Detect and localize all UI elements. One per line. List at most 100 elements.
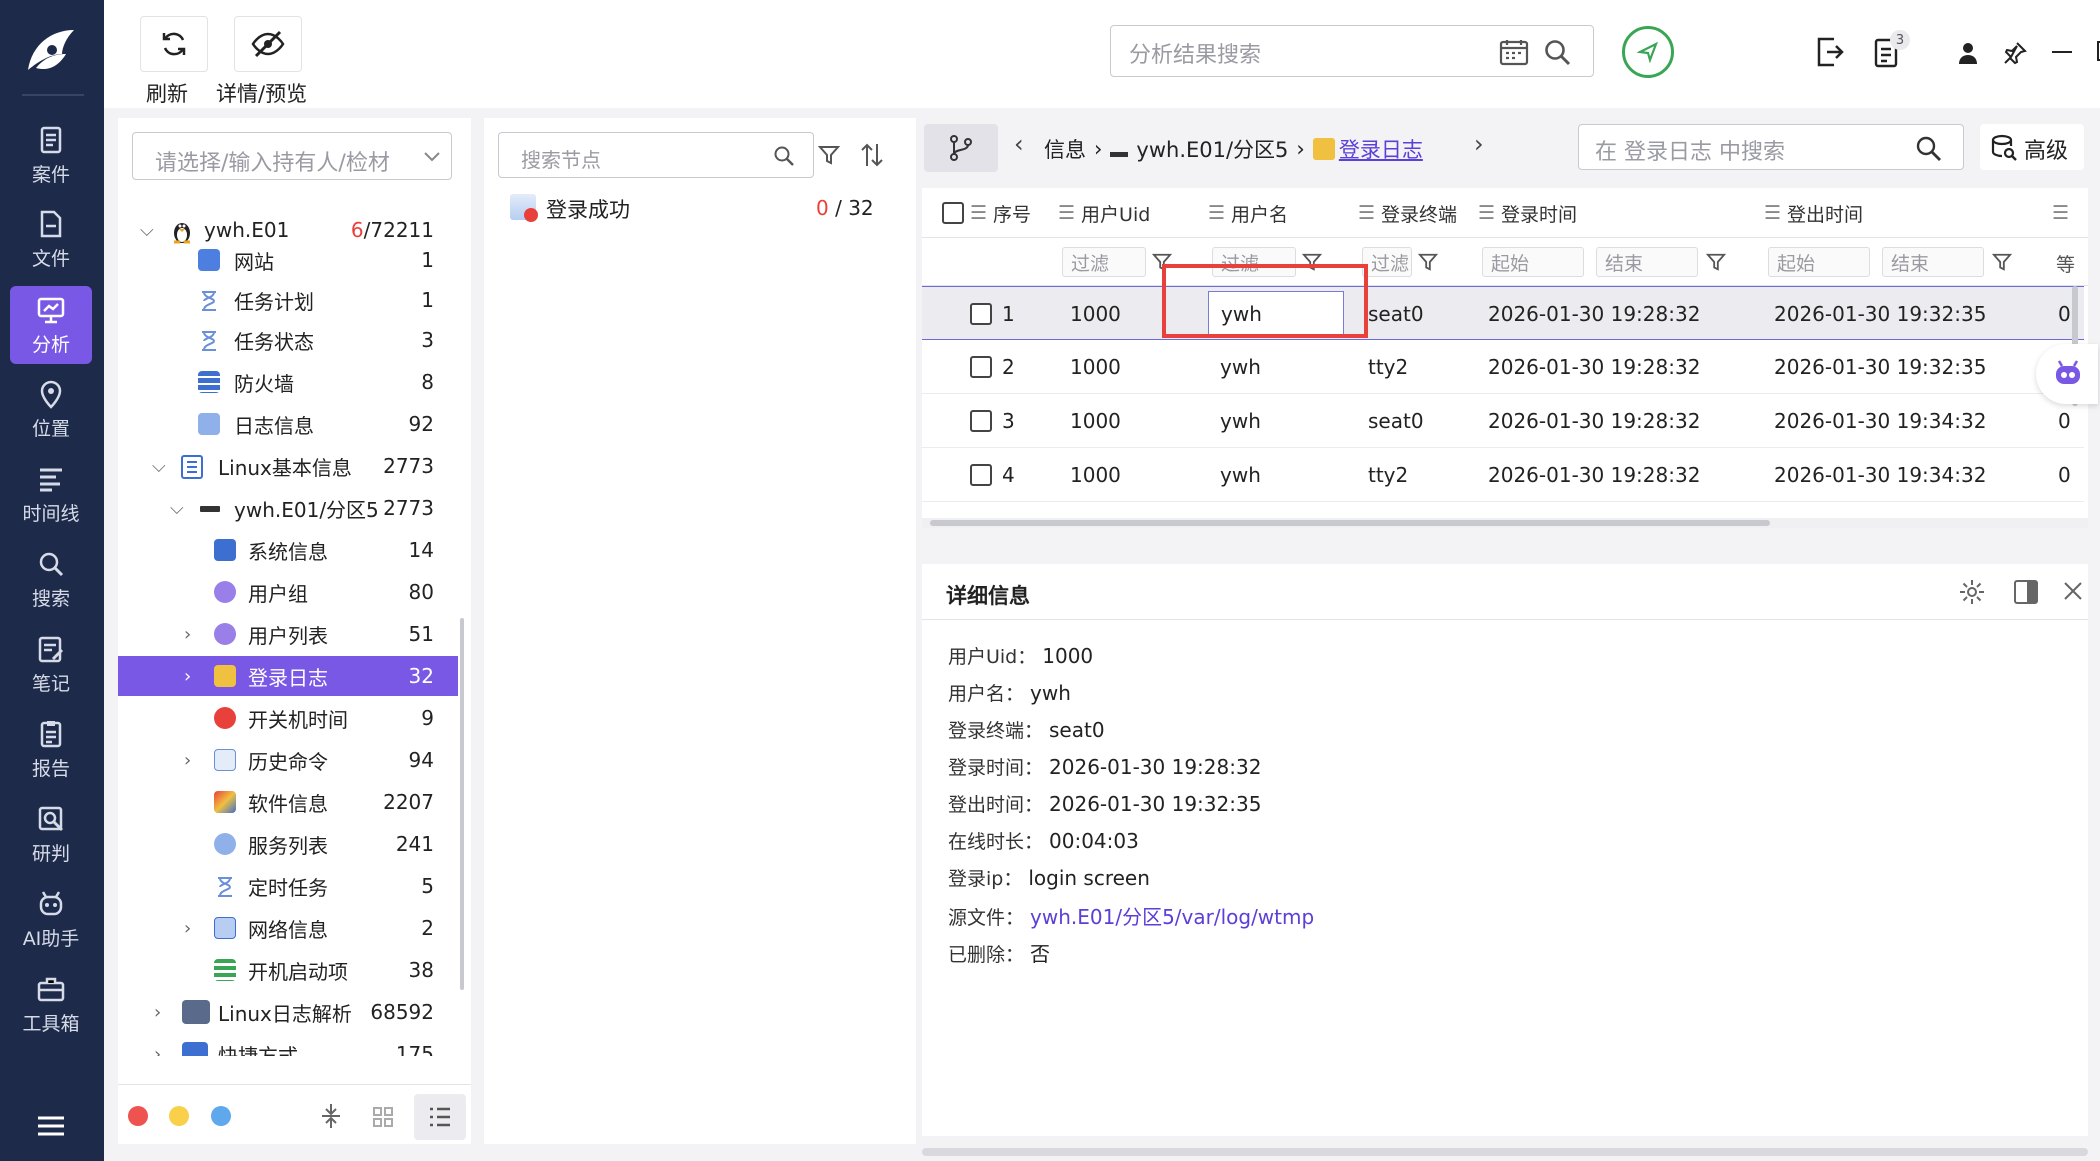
tree-item-cron-task[interactable]: 定时任务 5 [118,866,458,906]
status-shield-icon[interactable] [1622,26,1674,78]
tree-item-log-info[interactable]: 日志信息 92 [118,404,458,444]
task-list-button[interactable]: 3 [1874,30,1910,70]
col-header-index[interactable]: ☰ 序号 [970,188,1031,238]
breadcrumb-item[interactable]: ywh.E01/分区5 [1136,134,1288,164]
chevron-right-icon[interactable]: › [1474,130,1484,158]
tree-item-task-plan[interactable]: 任务计划 1 [118,280,458,320]
row-checkbox[interactable] [970,303,992,325]
close-icon[interactable] [2062,580,2084,602]
breadcrumb-item[interactable]: 信息 [1044,134,1086,164]
nav-item-note[interactable]: 笔记 [10,625,92,703]
tree-item-user-list[interactable]: › 用户列表 51 [118,614,458,654]
blue-dot-filter[interactable] [211,1106,231,1126]
nav-item-case[interactable]: 案件 [10,116,92,194]
nav-item-search[interactable]: 搜索 [10,540,92,618]
col-header-username[interactable]: ☰ 用户名 [1208,188,1288,238]
table-row[interactable]: 1 1000 ywh seat0 2026-01-30 19:28:32 202… [922,286,2084,340]
uid-filter-input[interactable]: 过滤 [1062,247,1146,277]
filter-icon[interactable] [818,144,840,166]
minimize-icon[interactable] [2050,50,2074,54]
tree-item-task-status[interactable]: 任务状态 3 [118,320,458,360]
terminal-filter-input[interactable]: 过滤 [1362,247,1412,277]
refresh-button[interactable] [140,16,208,72]
main-hscroll[interactable] [922,1148,2088,1156]
table-search-input[interactable]: 在 登录日志 中搜索 [1578,124,1964,170]
table-hscroll-track[interactable] [922,518,2088,528]
chevron-right-icon[interactable]: › [154,1002,161,1023]
col-header-terminal[interactable]: ☰ 登录终端 [1358,188,1457,238]
list-view-button[interactable] [414,1094,466,1140]
nav-item-ai-assistant[interactable]: AI助手 [10,880,92,958]
chevron-right-icon[interactable]: › [154,1044,161,1057]
column-menu-icon[interactable]: ☰ [2052,188,2069,238]
maximize-icon[interactable] [2096,40,2100,62]
row-checkbox[interactable] [970,356,992,378]
column-menu-icon[interactable]: ☰ [970,202,987,224]
tree-item-linux-basic-info[interactable]: ⌵ Linux基本信息 2773 [118,446,458,486]
table-row[interactable]: 4 1000 ywh tty2 2026-01-30 19:28:32 2026… [922,448,2084,502]
settings-gear-icon[interactable] [1958,578,1986,606]
tree-scrollbar[interactable] [460,618,464,990]
red-dot-filter[interactable] [128,1106,148,1126]
sort-icon[interactable] [860,142,884,168]
login-end-input[interactable]: 结束 [1596,247,1698,277]
column-menu-icon[interactable]: ☰ [1764,202,1781,224]
row-checkbox[interactable] [970,464,992,486]
chevron-down-icon[interactable]: ⌵ [140,220,154,241]
source-file-link[interactable]: ywh.E01/分区5/var/log/wtmp [1030,905,1314,929]
nav-item-timeline[interactable]: 时间线 [10,455,92,533]
calendar-icon[interactable] [1499,38,1529,66]
tree-item-user-group[interactable]: 用户组 80 [118,572,458,612]
tree-item-history-cmd[interactable]: › 历史命令 94 [118,740,458,780]
branch-button[interactable] [924,124,998,172]
grid-view-icon[interactable] [372,1106,394,1128]
nav-item-toolbox[interactable]: 工具箱 [10,965,92,1043]
table-row[interactable]: 3 1000 ywh seat0 2026-01-30 19:28:32 202… [922,394,2084,448]
owner-select[interactable]: 请选择/输入持有人/检材 [132,132,452,180]
tree-item-system-info[interactable]: 系统信息 14 [118,530,458,570]
advanced-search-button[interactable]: 高级 [1980,124,2084,170]
column-menu-icon[interactable]: ☰ [1058,202,1075,224]
node-item-login-success[interactable]: 登录成功 0 / 32 [484,188,916,228]
chevron-right-icon[interactable]: › [184,918,191,939]
nav-item-report[interactable]: 报告 [10,710,92,788]
col-header-logout-time[interactable]: ☰ 登出时间 [1764,188,1863,238]
split-view-icon[interactable] [2012,578,2040,606]
column-menu-icon[interactable]: ☰ [1358,202,1375,224]
pin-icon[interactable] [2002,40,2028,66]
user-icon[interactable] [1956,40,1980,66]
tree-item-firewall[interactable]: 防火墙 8 [118,362,458,402]
chevron-right-icon[interactable]: › [184,750,191,771]
tree-item-website[interactable]: 网站 1 [118,240,458,280]
breadcrumb-current[interactable]: 登录日志 [1339,134,1423,164]
yellow-dot-filter[interactable] [169,1106,189,1126]
chevron-right-icon[interactable]: › [184,624,191,645]
ai-bot-button[interactable] [2036,344,2098,404]
select-all-checkbox[interactable] [942,202,964,224]
tree-item-power-time[interactable]: 开关机时间 9 [118,698,458,738]
tree-item-network-info[interactable]: › 网络信息 2 [118,908,458,948]
tree-item-service-list[interactable]: 服务列表 241 [118,824,458,864]
column-menu-icon[interactable]: ☰ [1208,202,1225,224]
logout-start-input[interactable]: 起始 [1768,247,1870,277]
filter-icon[interactable] [1418,252,1438,272]
tree-item-login-log[interactable]: › 登录日志 32 [118,656,458,696]
details-preview-button[interactable] [234,16,302,72]
login-start-input[interactable]: 起始 [1482,247,1584,277]
node-search-input[interactable]: 搜索节点 [498,132,814,178]
chevron-right-icon[interactable]: › [184,666,191,687]
menu-icon[interactable] [36,1114,66,1138]
nav-item-location[interactable]: 位置 [10,370,92,448]
nav-item-judge[interactable]: 研判 [10,795,92,873]
nav-item-analysis[interactable]: 分析 [10,286,92,364]
tree-item-shortcut[interactable]: › 快捷方式 175 [118,1034,458,1056]
tree-item-partition5[interactable]: ⌵ ywh.E01/分区5 2773 [118,488,458,528]
column-menu-icon[interactable]: ☰ [1478,202,1495,224]
tree-item-startup[interactable]: 开机启动项 38 [118,950,458,990]
filter-icon[interactable] [1706,252,1726,272]
logout-end-input[interactable]: 结束 [1882,247,1984,277]
chevron-down-icon[interactable]: ⌵ [170,498,184,519]
export-icon[interactable] [1814,36,1844,68]
table-hscroll-thumb[interactable] [930,520,1770,526]
filter-icon[interactable] [1992,252,2012,272]
